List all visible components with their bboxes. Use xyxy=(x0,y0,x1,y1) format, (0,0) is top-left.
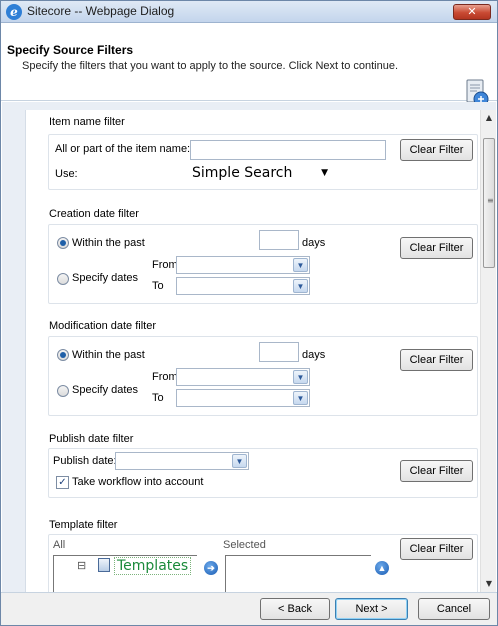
creation-within-radio[interactable] xyxy=(57,237,69,249)
main-panel: Item name filter All or part of the item… xyxy=(2,102,496,592)
modification-days-label: days xyxy=(302,349,326,361)
arrow-up-icon[interactable]: ▲ xyxy=(375,561,389,575)
chevron-down-icon[interactable]: ▼ xyxy=(293,391,308,405)
modification-date-filter-group: Within the past days Specify dates From … xyxy=(48,336,478,416)
back-button[interactable]: < Back xyxy=(260,598,330,620)
publish-date-label: Publish date: xyxy=(53,455,117,467)
modification-date-filter-title: Modification date filter xyxy=(49,320,156,332)
grip-icon: ≡ xyxy=(487,196,494,205)
modification-specify-label: Specify dates xyxy=(72,384,139,396)
selected-label: Selected xyxy=(223,539,266,551)
all-templates-tree[interactable]: ⊟ Templates xyxy=(53,555,197,592)
creation-within-label: Within the past xyxy=(72,237,145,249)
clear-publish-date-filter-button[interactable]: Clear Filter xyxy=(400,460,473,482)
publish-date-select[interactable]: ▼ xyxy=(115,452,249,470)
wizard-footer: < Back Next > Cancel xyxy=(1,592,497,625)
chevron-down-icon[interactable]: ▼ xyxy=(293,258,308,272)
tree-toggle-icon[interactable]: ⊟ xyxy=(77,559,86,572)
creation-days-input[interactable] xyxy=(259,230,299,250)
modification-days-input[interactable] xyxy=(259,342,299,362)
scroll-down-icon[interactable]: ▼ xyxy=(481,576,497,592)
title-bar: e Sitecore -- Webpage Dialog ✕ xyxy=(1,1,497,23)
creation-from-label: From xyxy=(152,259,178,271)
arrow-right-icon[interactable]: ➔ xyxy=(204,561,218,575)
chevron-down-icon[interactable]: ▼ xyxy=(293,279,308,293)
search-mode-value: Simple Search xyxy=(192,165,293,181)
page-subtitle: Specify the filters that you want to app… xyxy=(22,60,399,72)
creation-date-filter-group: Within the past days Specify dates From … xyxy=(48,224,478,304)
close-button[interactable]: ✕ xyxy=(453,4,491,20)
selected-templates-list[interactable] xyxy=(225,555,371,592)
modification-to-date-select[interactable]: ▼ xyxy=(176,389,310,407)
modification-from-label: From xyxy=(152,371,178,383)
creation-specify-label: Specify dates xyxy=(72,272,139,284)
use-label: Use: xyxy=(55,168,78,180)
clear-creation-date-filter-button[interactable]: Clear Filter xyxy=(400,237,473,259)
creation-days-label: days xyxy=(302,237,326,249)
chevron-down-icon[interactable]: ▼ xyxy=(232,454,247,468)
wizard-header: Specify Source Filters Specify the filte… xyxy=(1,23,497,107)
clear-item-name-filter-button[interactable]: Clear Filter xyxy=(400,139,473,161)
chevron-down-icon[interactable]: ▼ xyxy=(293,370,308,384)
item-name-label: All or part of the item name: xyxy=(55,143,191,155)
template-filter-group: All Selected ⊟ Templates ➔ ▲ Clear Filte… xyxy=(48,534,478,592)
template-filter-title: Template filter xyxy=(49,519,118,531)
creation-specify-radio[interactable] xyxy=(57,273,69,285)
creation-to-label: To xyxy=(152,280,164,292)
template-folder-icon xyxy=(98,558,110,572)
cancel-button[interactable]: Cancel xyxy=(418,598,490,620)
filters-content: Item name filter All or part of the item… xyxy=(25,110,480,592)
workflow-label: Take workflow into account xyxy=(72,476,204,488)
workflow-checkbox[interactable]: ✓ xyxy=(56,476,69,489)
ie-icon: e xyxy=(6,4,22,20)
modification-from-date-select[interactable]: ▼ xyxy=(176,368,310,386)
item-name-filter-group: All or part of the item name: Use: Simpl… xyxy=(48,134,478,190)
modification-specify-radio[interactable] xyxy=(57,385,69,397)
next-button[interactable]: Next > xyxy=(335,598,408,620)
modification-within-radio[interactable] xyxy=(57,349,69,361)
tree-item-templates[interactable]: Templates xyxy=(114,557,192,575)
page-title: Specify Source Filters xyxy=(7,43,134,57)
creation-from-date-select[interactable]: ▼ xyxy=(176,256,310,274)
vertical-scrollbar[interactable]: ▲ ≡ ▼ xyxy=(480,110,496,592)
dialog-window: e Sitecore -- Webpage Dialog ✕ Specify S… xyxy=(0,0,498,626)
search-mode-select[interactable]: Simple Search ▼ xyxy=(192,164,332,184)
publish-date-filter-group: Publish date: ▼ ✓ Take workflow into acc… xyxy=(48,448,478,498)
creation-to-date-select[interactable]: ▼ xyxy=(176,277,310,295)
window-title: Sitecore -- Webpage Dialog xyxy=(27,4,175,18)
creation-date-filter-title: Creation date filter xyxy=(49,208,139,220)
scroll-up-icon[interactable]: ▲ xyxy=(481,110,497,126)
scroll-thumb[interactable]: ≡ xyxy=(483,138,495,268)
modification-to-label: To xyxy=(152,392,164,404)
publish-date-filter-title: Publish date filter xyxy=(49,433,134,445)
chevron-down-icon: ▼ xyxy=(321,168,328,178)
all-label: All xyxy=(53,539,66,551)
item-name-filter-title: Item name filter xyxy=(49,116,125,128)
item-name-input[interactable] xyxy=(190,140,386,160)
modification-within-label: Within the past xyxy=(72,349,145,361)
clear-template-filter-button[interactable]: Clear Filter xyxy=(400,538,473,560)
clear-modification-date-filter-button[interactable]: Clear Filter xyxy=(400,349,473,371)
